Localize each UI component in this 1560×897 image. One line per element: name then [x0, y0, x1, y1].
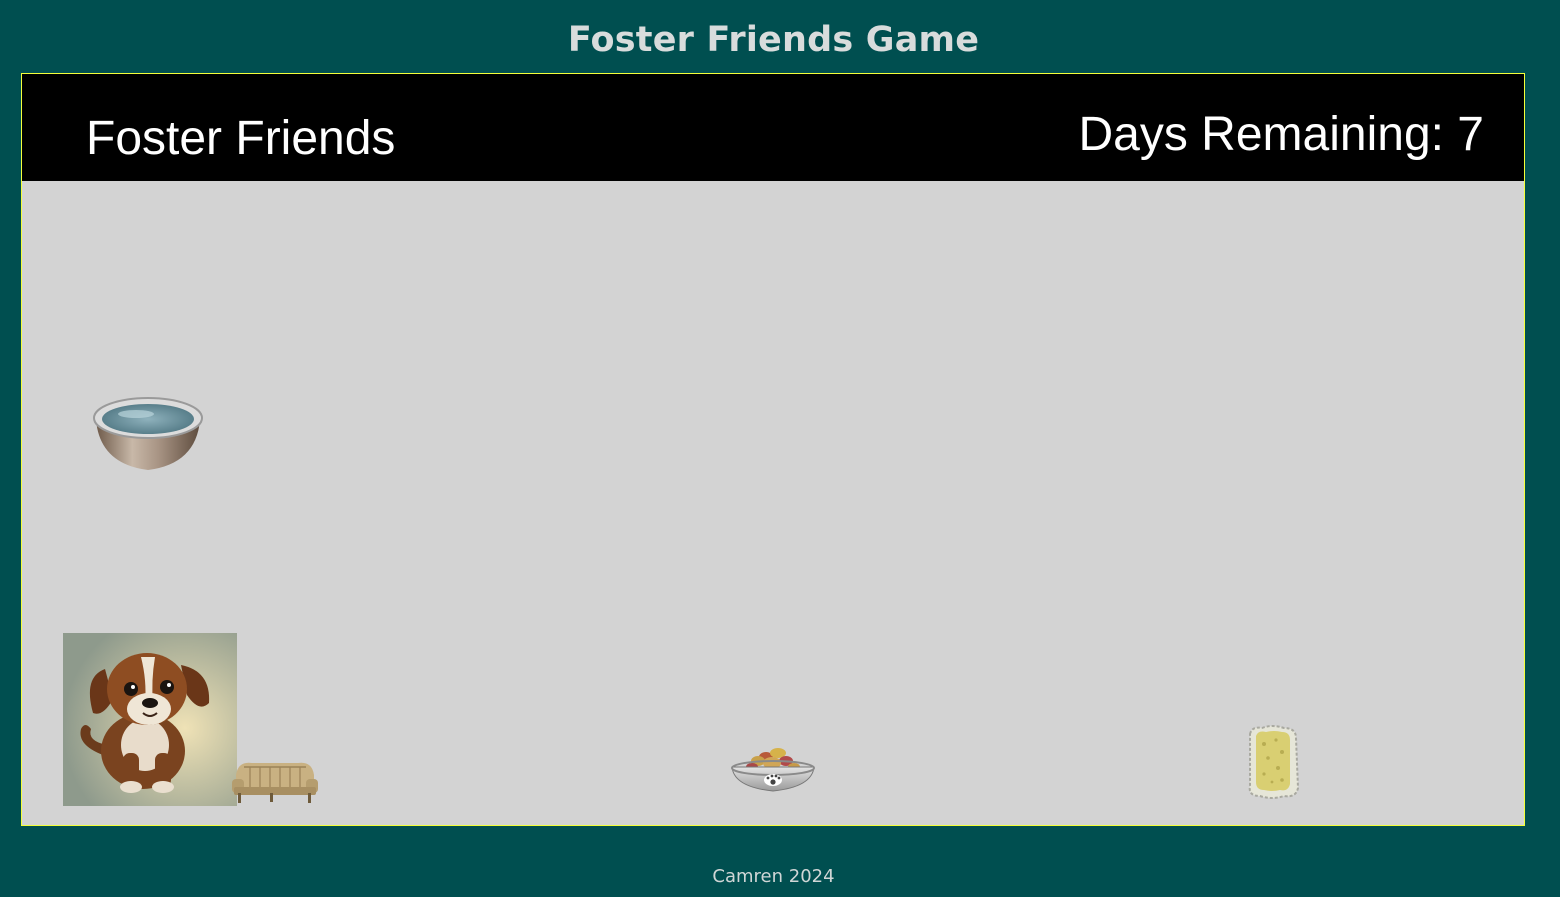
footer-credit: Camren 2024 — [712, 866, 835, 887]
water-bowl-icon[interactable] — [92, 390, 204, 474]
couch-bed-icon[interactable] — [230, 757, 320, 805]
food-bowl-icon[interactable] — [730, 737, 816, 795]
game-hud: Foster Friends Days Remaining: 7 — [22, 74, 1524, 181]
page-title: Foster Friends Game — [567, 20, 980, 60]
sponge-icon[interactable] — [1242, 724, 1304, 802]
puppy-icon[interactable] — [63, 633, 237, 806]
game-title: Foster Friends — [86, 112, 396, 165]
game-canvas[interactable]: Foster Friends Days Remaining: 7 — [21, 73, 1525, 826]
days-remaining: Days Remaining: 7 — [1078, 108, 1484, 161]
